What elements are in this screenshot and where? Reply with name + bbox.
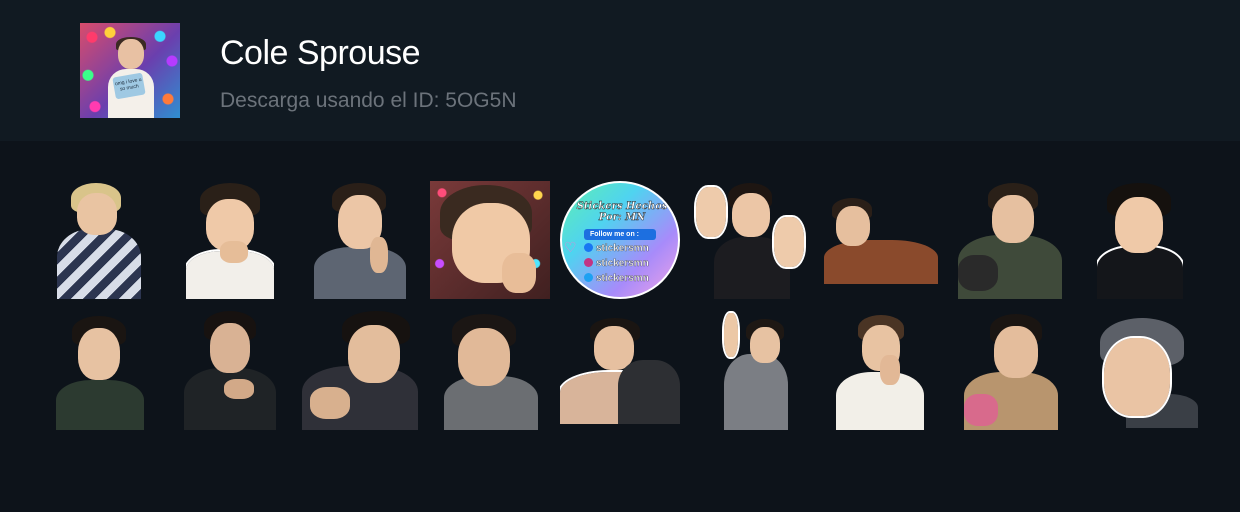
heart-icon: ♡ [564, 239, 577, 255]
pack-header: omg i love u so much Cole Sprouse Descar… [0, 0, 1240, 141]
pack-cover-image: omg i love u so much [80, 23, 180, 118]
promo-follow-label: Follow me on : [584, 229, 656, 240]
sticker-9[interactable] [1097, 181, 1183, 299]
sticker-6[interactable] [694, 181, 808, 299]
promo-handle-instagram: stickersmn [584, 258, 670, 270]
sticker-13[interactable] [444, 312, 538, 430]
sticker-4[interactable] [430, 181, 550, 299]
sticker-17[interactable] [964, 312, 1058, 430]
sticker-3[interactable] [314, 181, 406, 299]
sticker-15[interactable] [712, 311, 788, 430]
sticker-10[interactable] [56, 314, 144, 430]
promo-handle-twitter: stickersmn [584, 273, 670, 285]
twitter-icon [584, 273, 593, 282]
pack-title: Cole Sprouse [220, 34, 421, 72]
sticker-11[interactable] [184, 309, 276, 430]
sticker-18[interactable] [1086, 316, 1198, 428]
sticker-1[interactable] [55, 181, 143, 299]
promo-sticker[interactable]: Stickers Hechos Por: MN Follow me on : s… [560, 181, 680, 299]
promo-handle-facebook: stickersmn [584, 243, 670, 255]
sticker-16[interactable] [836, 313, 924, 430]
promo-title: Stickers Hechos Por: MN [576, 201, 668, 223]
sticker-12[interactable] [302, 309, 418, 430]
sticker-8[interactable] [954, 181, 1066, 299]
sticker-7[interactable] [824, 196, 938, 284]
pack-download-id: Descarga usando el ID: 5OG5N [220, 89, 517, 112]
cover-person: omg i love u so much [108, 37, 154, 118]
sticker-14[interactable] [560, 316, 680, 424]
facebook-icon [584, 243, 593, 252]
sticker-2[interactable] [186, 181, 274, 299]
instagram-icon [584, 258, 593, 267]
